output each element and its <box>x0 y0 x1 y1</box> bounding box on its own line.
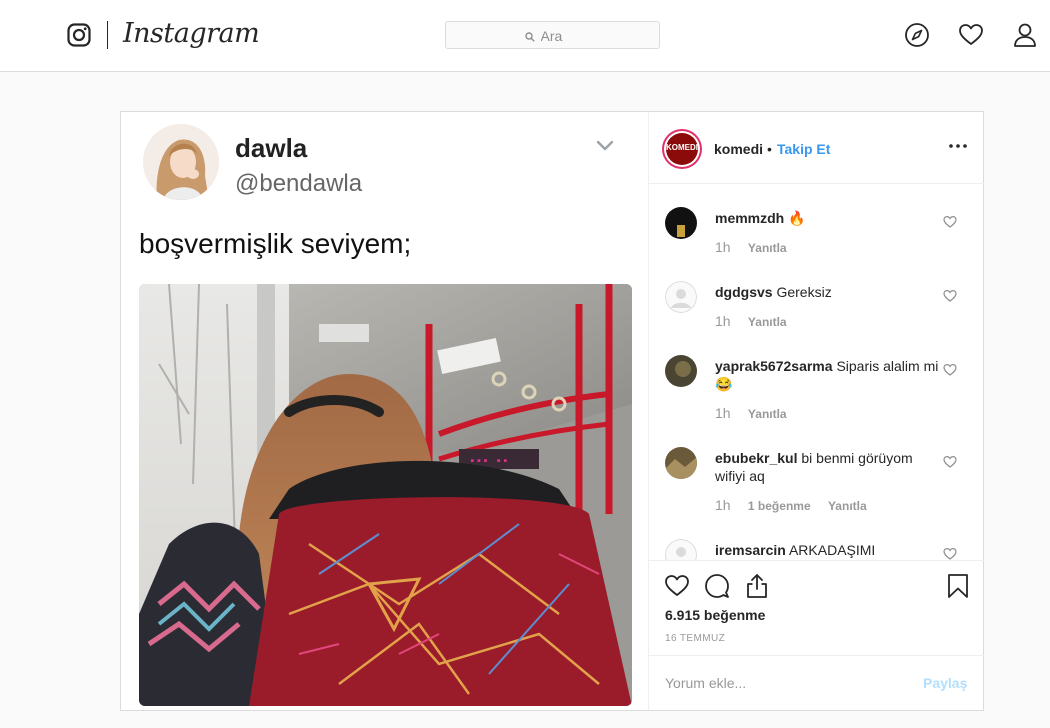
logo-divider <box>107 21 108 49</box>
instagram-glyph-icon[interactable] <box>67 23 91 47</box>
activity-heart-icon[interactable] <box>958 22 984 48</box>
bus-seat-photo: ▪▪▪ ▪▪ <box>139 284 632 706</box>
reply-button[interactable]: Yanıtla <box>828 499 867 513</box>
likes-count[interactable]: 6.915 beğenme <box>665 607 765 623</box>
comment-username[interactable]: yaprak5672sarma <box>715 358 833 374</box>
comment-time[interactable]: 1h <box>715 239 731 255</box>
comment-like-heart-icon[interactable] <box>943 289 957 303</box>
comment-username[interactable]: ebubekr_kul <box>715 450 797 466</box>
comment-username[interactable]: memmzdh <box>715 210 784 226</box>
reply-button[interactable]: Yanıtla <box>748 241 787 255</box>
commenter-avatar[interactable] <box>665 539 697 560</box>
comment-input[interactable] <box>665 675 885 691</box>
like-heart-icon[interactable] <box>664 573 690 599</box>
search-icon <box>524 32 535 42</box>
search-input[interactable] <box>540 28 581 44</box>
commenter-avatar[interactable] <box>665 207 697 239</box>
account-avatar[interactable]: KOMEDI <box>662 129 702 169</box>
comment-text: Gereksiz <box>776 284 832 300</box>
add-comment-bar: Paylaş <box>649 655 984 710</box>
comment-time[interactable]: 1h <box>715 313 731 329</box>
commenter-avatar[interactable] <box>665 447 697 479</box>
comment-like-heart-icon[interactable] <box>943 363 957 377</box>
tweet-display-name: dawla <box>235 133 308 163</box>
comment-bubble-icon[interactable] <box>704 573 730 599</box>
separator-dot: • <box>767 141 772 157</box>
comment-text: ARKADAŞIMI <box>788 542 876 558</box>
account-username[interactable]: komedi <box>714 141 763 157</box>
comment-likes-count[interactable]: 1 beğenme <box>748 499 811 513</box>
profile-person-icon[interactable] <box>1012 22 1038 48</box>
follow-button[interactable]: Takip Et <box>777 141 830 157</box>
comment-text: 🔥 <box>788 210 806 226</box>
post-side-panel: KOMEDI komedi • Takip Et memmzdh 🔥 1h Ya… <box>648 112 984 710</box>
comments-list[interactable]: memmzdh 🔥 1h Yanıtla dgdgsvs Gereksiz 1h… <box>649 185 984 560</box>
post-card: dawla @bendawla boşvermişlik seviyem; ▪▪… <box>120 111 984 711</box>
comment-like-heart-icon[interactable] <box>943 547 957 560</box>
comment-time[interactable]: 1h <box>715 497 731 513</box>
chevron-down-icon <box>596 140 614 151</box>
post-media[interactable]: dawla @bendawla boşvermişlik seviyem; ▪▪… <box>121 112 648 710</box>
post-actions: 6.915 beğenme 16 TEMMUZ <box>649 560 984 655</box>
post-header: KOMEDI komedi • Takip Et <box>649 112 984 184</box>
reply-button[interactable]: Yanıtla <box>748 315 787 329</box>
post-date[interactable]: 16 TEMMUZ <box>665 633 725 644</box>
save-bookmark-icon[interactable] <box>945 573 971 599</box>
commenter-avatar[interactable] <box>665 281 697 313</box>
commenter-avatar[interactable] <box>665 355 697 387</box>
instagram-wordmark[interactable]: Instagram <box>123 18 260 49</box>
tweet-text: boşvermişlik seviyem; <box>139 228 412 259</box>
more-options-icon[interactable] <box>947 138 969 154</box>
reply-button[interactable]: Yanıtla <box>748 407 787 421</box>
tweet-avatar <box>143 124 219 200</box>
search-box[interactable] <box>445 21 660 49</box>
post-comment-button[interactable]: Paylaş <box>923 675 967 691</box>
share-upload-icon[interactable] <box>744 573 770 599</box>
comment-like-heart-icon[interactable] <box>943 455 957 469</box>
comment-username[interactable]: iremsarcin <box>715 542 786 558</box>
top-navigation: Instagram <box>0 0 1050 72</box>
tweet-handle: @bendawla <box>235 170 363 197</box>
comment-like-heart-icon[interactable] <box>943 215 957 229</box>
explore-compass-icon[interactable] <box>904 22 930 48</box>
comment-time[interactable]: 1h <box>715 405 731 421</box>
comment-username[interactable]: dgdgsvs <box>715 284 773 300</box>
